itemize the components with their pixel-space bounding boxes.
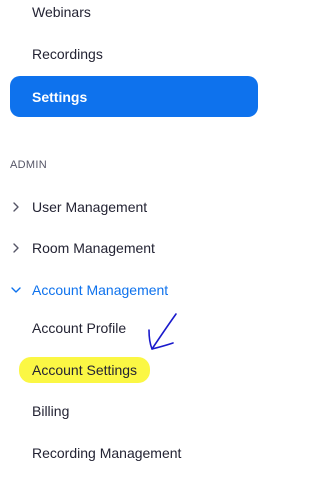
chevron-down-icon bbox=[11, 287, 21, 293]
chevron-right-icon bbox=[13, 202, 19, 212]
nav-item-settings[interactable]: Settings bbox=[10, 76, 258, 117]
nav-item-webinars[interactable]: Webinars bbox=[32, 3, 91, 21]
nav-item-recordings[interactable]: Recordings bbox=[32, 45, 103, 63]
nav-group-account-management-label: Account Management bbox=[32, 282, 169, 298]
nav-item-account-settings[interactable]: Account Settings bbox=[32, 361, 137, 379]
hand-drawn-arrow-icon bbox=[148, 313, 177, 350]
nav-group-room-management-label: Room Management bbox=[32, 240, 155, 256]
chevron-right-icon bbox=[13, 243, 19, 253]
nav-item-recording-management[interactable]: Recording Management bbox=[32, 444, 181, 462]
nav-group-user-management-label: User Management bbox=[32, 199, 148, 215]
nav-item-account-profile[interactable]: Account Profile bbox=[32, 319, 126, 337]
nav-item-settings-label: Settings bbox=[32, 89, 88, 105]
nav-item-billing[interactable]: Billing bbox=[32, 402, 69, 420]
admin-section-label: ADMIN bbox=[10, 159, 47, 171]
